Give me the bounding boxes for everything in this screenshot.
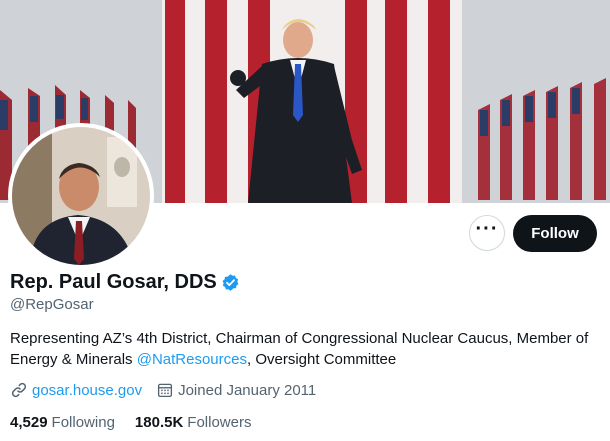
following-count: 4,529 — [10, 414, 48, 431]
bio-mention-link[interactable]: @NatResources — [137, 351, 247, 368]
followers-label: Followers — [187, 414, 252, 431]
profile-bio: Representing AZ’s 4th District, Chairman… — [10, 328, 602, 370]
profile-handle: @RepGosar — [10, 296, 94, 313]
profile-meta: gosar.house.gov Joined January 2011 — [10, 381, 330, 399]
website-link[interactable]: gosar.house.gov — [32, 382, 142, 399]
website-item: gosar.house.gov — [10, 381, 142, 399]
profile-stats: 4,529 Following 180.5K Followers — [10, 414, 271, 431]
following-label: Following — [51, 414, 115, 431]
followers-stat[interactable]: 180.5K Followers — [135, 414, 252, 431]
bio-text-end: , Oversight Committee — [247, 351, 397, 368]
more-options-button[interactable]: ··· — [469, 215, 505, 251]
verified-badge-icon[interactable] — [221, 273, 240, 292]
avatar-image — [12, 127, 150, 265]
calendar-icon — [158, 383, 173, 398]
following-stat[interactable]: 4,529 Following — [10, 414, 115, 431]
followers-count: 180.5K — [134, 414, 184, 431]
joined-item: Joined January 2011 — [156, 381, 316, 399]
link-icon — [11, 382, 27, 398]
profile-display-name: Rep. Paul Gosar, DDS — [10, 271, 217, 293]
profile-avatar[interactable] — [8, 123, 154, 269]
follow-button[interactable]: Follow — [513, 215, 597, 252]
profile-name-row: Rep. Paul Gosar, DDS — [10, 271, 240, 294]
more-icon: ··· — [475, 218, 499, 240]
joined-date: Joined January 2011 — [178, 381, 317, 399]
